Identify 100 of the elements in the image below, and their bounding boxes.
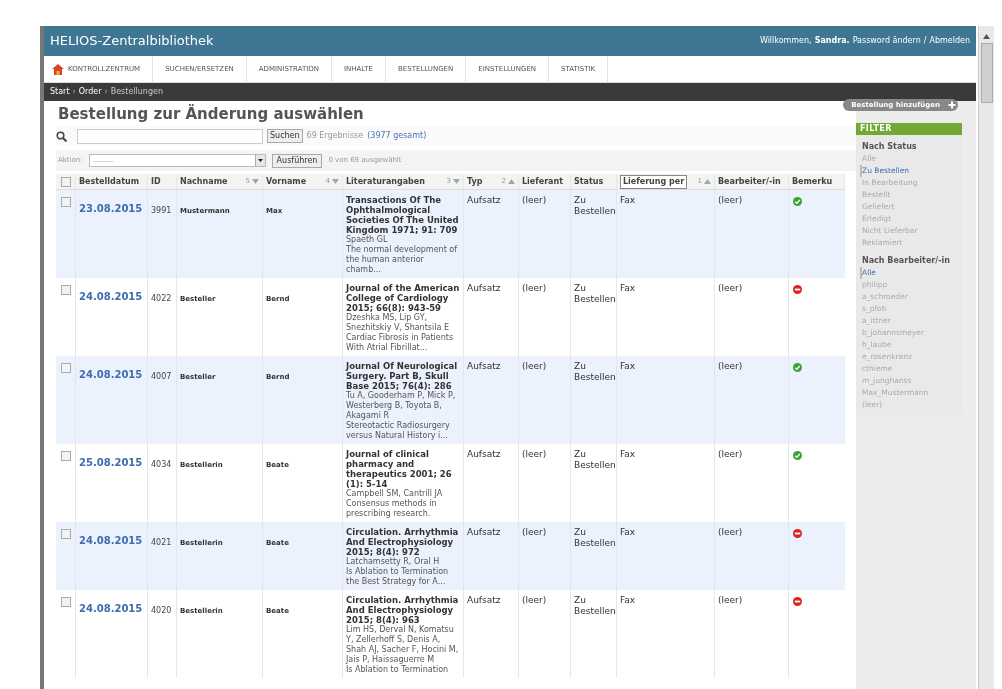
- search-icon: [56, 130, 67, 142]
- breadcrumb-link[interactable]: Start: [50, 86, 70, 98]
- literature-title: Transactions Of The Ophthalmological Societies Of The United Kingdom 1971; 91: 709: [346, 195, 460, 235]
- column-header[interactable]: Bearbeiter/-in: [715, 174, 789, 189]
- column-header[interactable]: ID: [148, 174, 177, 189]
- table-cell-text: Fax: [620, 283, 637, 294]
- search-field[interactable]: [77, 128, 263, 144]
- literature-subject: Is Ablation to Termination: [346, 665, 450, 675]
- sort-down-icon: [453, 179, 460, 184]
- table-cell-text: (leer): [718, 195, 744, 206]
- separator-text: /: [923, 35, 927, 47]
- date-link[interactable]: 25.08.2015: [79, 457, 143, 468]
- scrollbar-thumb[interactable]: [980, 43, 993, 103]
- table-cell-text: Aufsatz: [467, 527, 502, 538]
- table-row[interactable]: [56, 356, 845, 444]
- table-cell-text: (leer): [718, 449, 744, 460]
- table-cell-text: Aufsatz: [467, 449, 502, 460]
- table-cell: Zu Bestellen: [574, 361, 613, 383]
- table-cell-text: (leer): [522, 361, 548, 372]
- table-cell-text: Aufsatz: [467, 595, 502, 606]
- change-password-link[interactable]: Password ändern: [852, 35, 921, 47]
- table-row[interactable]: [56, 522, 845, 590]
- table-cell-text: (leer): [718, 595, 744, 606]
- checkbox[interactable]: [60, 176, 71, 187]
- run-button[interactable]: Ausführen: [271, 153, 323, 168]
- sort-up-icon: [508, 179, 515, 184]
- sort-down-icon: [252, 179, 259, 184]
- literature-subject: Stereotactic Radiosurgery versus Natural History i...: [346, 421, 451, 441]
- table-cell-text: (leer): [522, 595, 548, 606]
- checkbox[interactable]: [60, 529, 71, 539]
- column-header[interactable]: Status: [571, 174, 617, 189]
- blocked-circle-icon: [793, 597, 802, 606]
- table-cell: Zu Bestellen: [574, 195, 613, 217]
- literature-authors: Tu A, Gooderham P, Mick P, Westerberg B, Toyota B, Akagami R: [346, 391, 457, 421]
- total-link[interactable]: (3977 gesamt): [367, 130, 427, 142]
- scrollbar[interactable]: [978, 26, 994, 689]
- checkbox[interactable]: [60, 597, 71, 607]
- sort-up-icon: [704, 179, 711, 184]
- blocked-circle-icon: [793, 529, 802, 538]
- table-cell-text: Fax: [620, 527, 637, 538]
- caret-icon: [257, 159, 263, 162]
- table-cell-text: Fax: [620, 195, 637, 206]
- table-cell-text: Fax: [620, 449, 637, 460]
- literature-subject: The normal development of the human anterior chamb...: [346, 245, 459, 275]
- table-cell: Zu Bestellen: [574, 283, 613, 305]
- sort-down-icon: [332, 179, 339, 184]
- date-link[interactable]: 23.08.2015: [79, 203, 143, 214]
- check-circle-icon: [793, 363, 802, 372]
- check-circle-icon: [793, 451, 802, 460]
- welcome-text: Willkommen,: [759, 35, 812, 47]
- breadcrumb-link[interactable]: Order: [78, 86, 102, 98]
- table-cell-text: (leer): [522, 527, 548, 538]
- scroll-up-icon[interactable]: [983, 34, 990, 39]
- table-cell: 4034: [151, 460, 172, 469]
- table-cell-text: (leer): [718, 361, 744, 372]
- literature-subject: Is Ablation to Termination the Best Strategy for A...: [346, 567, 450, 587]
- table-cell-text: Fax: [620, 595, 637, 606]
- filter-heading: Nach Bearbeiter/-in: [862, 255, 951, 267]
- blocked-circle-icon: [793, 285, 802, 294]
- table-cell: 4022: [151, 294, 172, 303]
- column-header[interactable]: Bestelldatum: [76, 174, 148, 189]
- column-header[interactable]: Bemerku: [789, 174, 845, 189]
- search-button[interactable]: Suchen: [267, 129, 303, 143]
- logout-link[interactable]: Abmelden: [929, 35, 970, 47]
- breadcrumb-separator: ›: [72, 86, 76, 98]
- checkbox[interactable]: [60, 451, 71, 461]
- date-link[interactable]: 24.08.2015: [79, 535, 143, 546]
- literature-title: Circulation. Arrhythmia And Electrophysiology 2015; 8(4): 963: [346, 595, 460, 625]
- breadcrumb-separator: ›: [104, 86, 108, 98]
- checkbox[interactable]: [60, 285, 71, 295]
- date-link[interactable]: 24.08.2015: [79, 291, 143, 302]
- date-link[interactable]: 24.08.2015: [79, 603, 143, 614]
- filter-title: FILTER: [856, 123, 962, 135]
- table-cell-text: (leer): [522, 283, 548, 294]
- table-cell: 4021: [151, 538, 172, 547]
- literature-title: Circulation. Arrhythmia And Electrophysiology 2015; 8(4): 972: [346, 527, 460, 557]
- literature-authors: Spaeth GL: [346, 235, 389, 245]
- table-cell-text: (leer): [718, 283, 744, 294]
- table-cell-text: Aufsatz: [467, 195, 502, 206]
- literature-authors: Latchamsetty R, Oral H: [346, 557, 441, 567]
- table-cell-text: (leer): [718, 527, 744, 538]
- home-icon: [52, 63, 64, 75]
- table-cell-text: (leer): [522, 449, 548, 460]
- table-cell: 4020: [151, 606, 172, 615]
- checkbox[interactable]: [60, 197, 71, 207]
- table-cell-text: Fax: [620, 361, 637, 372]
- literature-authors: Lim HS, Derval N, Komatsu Y, Zellerhoff S, Denis A, Shah AJ, Sacher F, Hocini M, Jais P, Haissaguerre M: [346, 625, 460, 665]
- table-cell-text: Aufsatz: [467, 361, 502, 372]
- literature-authors: Dzeshka MS, Lip GY, Snezhitskiy V, Shantsila E: [346, 313, 450, 333]
- literature-subject: Cardiac Fibrosis in Patients With Atrial Fibrillat...: [346, 333, 455, 353]
- checkbox[interactable]: [60, 363, 71, 373]
- table-cell: 3991: [151, 206, 172, 215]
- table-cell: Zu Bestellen: [574, 527, 613, 549]
- breadcrumb-link[interactable]: Bestellungen: [110, 86, 163, 98]
- date-link[interactable]: 24.08.2015: [79, 369, 143, 380]
- plus-icon: [946, 99, 958, 111]
- literature-title: Journal Of Neurological Surgery. Part B, Skull Base 2015; 76(4): 286: [346, 361, 459, 391]
- column-header[interactable]: Lieferant: [519, 174, 571, 189]
- literature-title: Journal of the American College of Cardiology 2015; 66(8): 943-59: [346, 283, 460, 313]
- table-row[interactable]: [56, 190, 845, 278]
